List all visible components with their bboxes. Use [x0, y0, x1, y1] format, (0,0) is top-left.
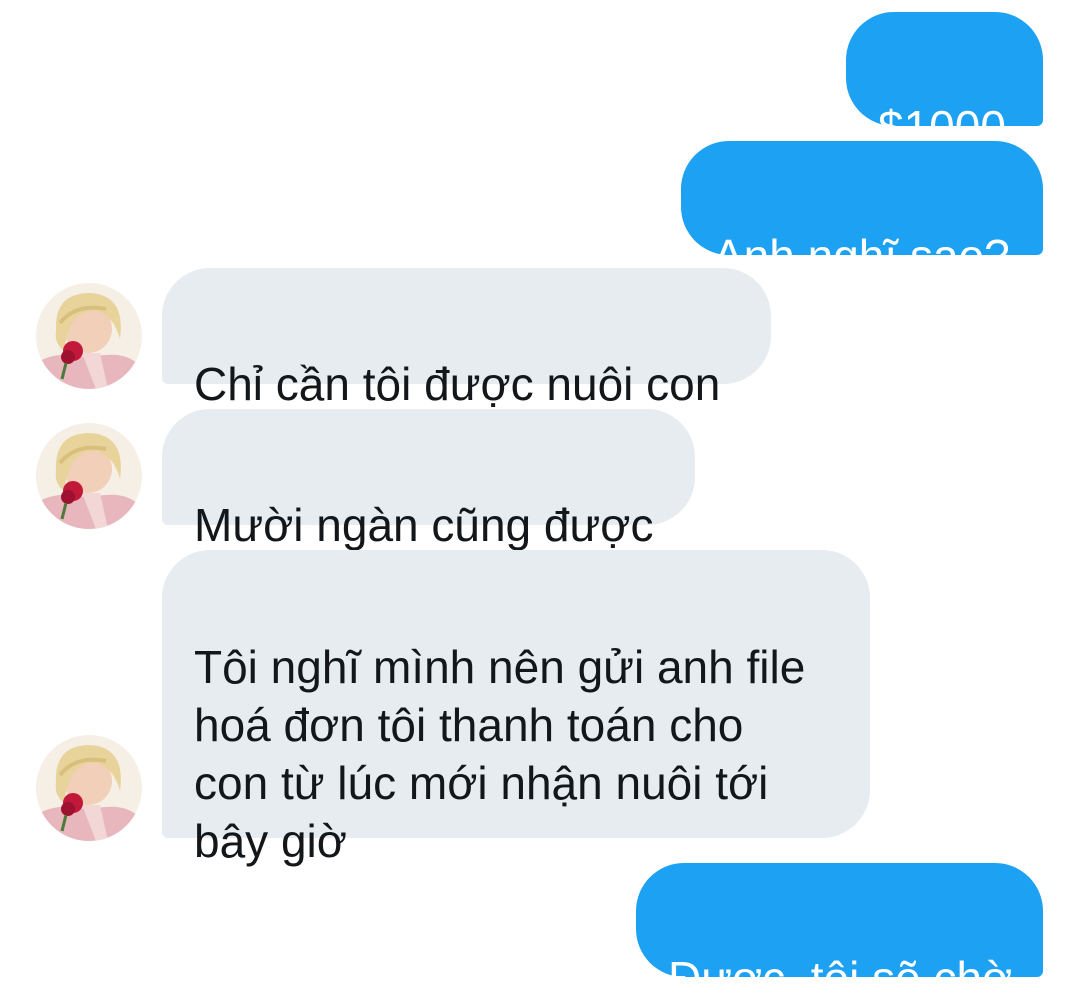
message-text: Được, tôi sẽ chờ	[668, 952, 1013, 1004]
contact-avatar[interactable]	[36, 283, 142, 389]
outgoing-message-bubble[interactable]: Được, tôi sẽ chờ	[636, 863, 1043, 1004]
incoming-message-bubble[interactable]: Tôi nghĩ mình nên gửi anh file hoá đơn t…	[162, 550, 870, 867]
message-text: Chỉ cần tôi được nuôi con	[194, 358, 721, 410]
outgoing-message-bubble[interactable]: $1000	[846, 12, 1043, 153]
incoming-message-bubble[interactable]: Chỉ cần tôi được nuôi con	[162, 268, 771, 410]
incoming-message-bubble[interactable]: Mười ngàn cũng được	[162, 409, 695, 551]
message-text: Anh nghĩ sao?	[713, 230, 1010, 282]
message-text: Mười ngàn cũng được	[194, 499, 654, 551]
avatar-photo-icon	[36, 423, 142, 529]
contact-avatar[interactable]	[36, 423, 142, 529]
avatar-photo-icon	[36, 283, 142, 389]
outgoing-message-bubble[interactable]: Anh nghĩ sao?	[681, 141, 1043, 282]
avatar-photo-icon	[36, 735, 142, 841]
contact-avatar[interactable]	[36, 735, 142, 841]
message-text: Tôi nghĩ mình nên gửi anh file hoá đơn t…	[194, 641, 806, 867]
